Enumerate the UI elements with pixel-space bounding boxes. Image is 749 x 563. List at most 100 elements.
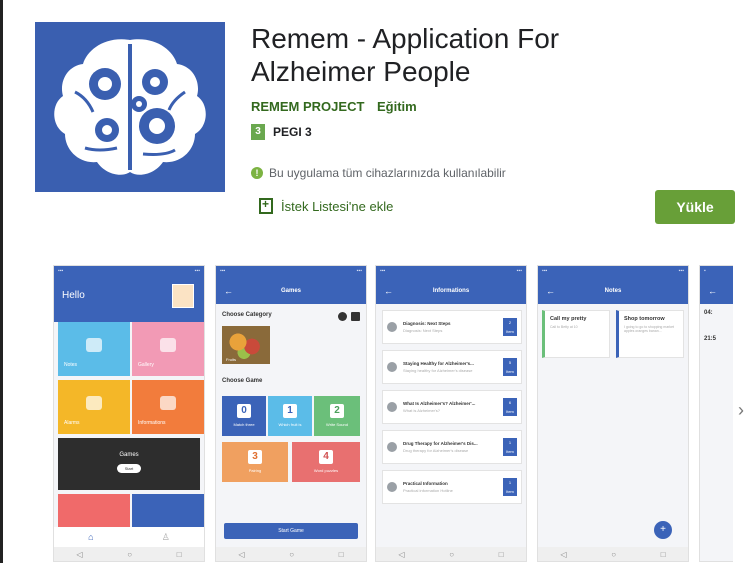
game-number: 1 [283, 404, 297, 418]
screenshot-informations[interactable]: ▪▪▪ ▪▪▪ ← Informations Diagnosis: Next Ste… [375, 265, 527, 562]
install-button[interactable]: Yükle [655, 190, 735, 224]
rating-label: PEGI 3 [273, 125, 312, 139]
system-nav: ◁ ○ □ [376, 547, 526, 561]
avatar [172, 284, 194, 308]
status-bar: ▪▪▪ ▪▪▪ [376, 266, 526, 278]
choose-category-label: Choose Category [222, 312, 272, 318]
screenshot-notes[interactable]: ▪▪▪ ▪▪▪ ← Notes Call my pretty Call to Bett… [537, 265, 689, 562]
app-bar: ← Games [216, 278, 366, 304]
store-page: Remem - Application For Alzheimer People… [0, 0, 749, 563]
game-tile: 4 Word puzzles [292, 442, 360, 482]
edit-icon [351, 312, 360, 321]
add-icon [338, 312, 347, 321]
list-item: Diagnosis: Next Steps Diagnosis: Next Ste… [382, 310, 522, 344]
screen-title: Notes [604, 288, 622, 294]
system-nav: ◁ ○ □ [538, 547, 688, 561]
greeting: Hello [62, 290, 85, 301]
tile-label: Gallery [138, 362, 154, 368]
bottom-nav: ⌂ ♙ [54, 527, 204, 547]
game-name: Write Sound [326, 422, 348, 427]
tile-label: Alarms [64, 420, 80, 426]
screenshot-games[interactable]: ▪▪▪ ▪▪▪ ← Games Choose Category Fruits Cho… [215, 265, 367, 562]
screen-title: Informations [432, 288, 470, 294]
bookmark-add-icon [259, 197, 273, 214]
start-game-button: Start Game [224, 523, 358, 539]
category-link[interactable]: Eğitim [377, 99, 417, 114]
note-card: Shop tomorrow I going to go to shopping m… [616, 310, 684, 358]
tile-label: Informations [138, 420, 166, 426]
game-tile: 1 Which fruit is [268, 396, 312, 436]
games-tile: Games Start [58, 438, 200, 490]
informations-tile: Informations [132, 380, 204, 434]
status-bar: ▪▪▪ ▪▪▪ [538, 266, 688, 278]
app-icon [35, 22, 225, 192]
app-bar: ← Informations [376, 278, 526, 304]
pegi-icon: 3 [251, 124, 265, 140]
infinity-icon [387, 402, 397, 412]
content-rating: 3 PEGI 3 [251, 124, 312, 140]
extra-tile [58, 494, 130, 528]
list-item: Practical Information Practical informati… [382, 470, 522, 504]
note-card: Call my pretty Call to Betty at 10 [542, 310, 610, 358]
game-number: 2 [330, 404, 344, 418]
games-label: Games [119, 452, 139, 458]
choose-game-label: Choose Game [222, 378, 263, 384]
alarm-time: 21:5 [704, 336, 717, 342]
system-nav: ◁ ○ □ [54, 547, 204, 561]
game-name: Match three [233, 422, 255, 427]
game-name: Pairing [248, 468, 262, 473]
notes-tile: Notes [58, 322, 130, 376]
gallery-tile: Gallery [132, 322, 204, 376]
pill-icon [387, 442, 397, 452]
game-tile: 3 Pairing [222, 442, 288, 482]
game-number: 0 [237, 404, 251, 418]
screenshot-home[interactable]: ▪▪▪ ▪▪▪ Hello Notes Gallery Alarms Inform… [53, 265, 205, 562]
info-icon [387, 322, 397, 332]
compatibility-text: Bu uygulama tüm cihazlarınızda kullanıla… [269, 166, 506, 180]
start-button: Start [116, 464, 142, 473]
app-bar: ← Notes [538, 278, 688, 304]
add-note-fab: + [654, 521, 672, 539]
status-bar: ▪▪▪ ▪▪▪ [216, 266, 366, 278]
next-screenshot-button[interactable]: › [738, 400, 744, 421]
game-number: 4 [319, 450, 333, 464]
home-header: Hello [54, 278, 204, 322]
wishlist-label: İstek Listesi'ne ekle [281, 198, 394, 214]
info-icon: ! [251, 167, 263, 179]
notes-icon [86, 338, 102, 352]
gallery-icon [160, 338, 176, 352]
brain-gears-icon [54, 39, 206, 175]
screenshot-partial[interactable]: ▪ ← 04: 21:5 [699, 265, 733, 562]
list-item: Staying Healthy for Alzheimer's... Stayin… [382, 350, 522, 384]
info-icon [160, 396, 176, 410]
alarms-tile: Alarms [58, 380, 130, 434]
status-bar: ▪ [700, 266, 733, 278]
game-tile: 2 Write Sound [314, 396, 360, 436]
game-name: Which fruit is [278, 422, 302, 427]
compatibility-notice: ! Bu uygulama tüm cihazlarınızda kullanı… [251, 166, 506, 180]
screenshot-carousel: ▪▪▪ ▪▪▪ Hello Notes Gallery Alarms Inform… [53, 265, 733, 562]
app-bar: ← [700, 278, 733, 304]
back-arrow-icon: ← [708, 286, 717, 296]
fruits-category-image: Fruits [222, 326, 270, 364]
home-icon: ⌂ [88, 532, 94, 542]
app-title: Remem - Application For Alzheimer People [251, 23, 560, 87]
screen-title: Games [280, 288, 301, 294]
game-number: 3 [248, 450, 262, 464]
system-nav: ◁ ○ □ [216, 547, 366, 561]
alarm-time: 04: [704, 310, 713, 316]
person-icon: ♙ [161, 531, 170, 542]
extra-tile [132, 494, 204, 528]
info-icon [387, 482, 397, 492]
game-tile: 0 Match three [222, 396, 266, 436]
tile-label: Notes [64, 362, 78, 368]
list-item: Drug Therapy for Alzheimer's Dis... Drug … [382, 430, 522, 464]
wishlist-button[interactable]: İstek Listesi'ne ekle [259, 197, 394, 214]
developer-link[interactable]: REMEM PROJECT [251, 99, 364, 114]
list-item: What Is Alzheimer's? Alzheimer'... What i… [382, 390, 522, 424]
help-icon [387, 362, 397, 372]
status-bar: ▪▪▪ ▪▪▪ [54, 266, 204, 278]
category-label: Fruits [226, 357, 236, 362]
game-name: Word puzzles [313, 468, 339, 473]
bell-icon [86, 396, 102, 410]
